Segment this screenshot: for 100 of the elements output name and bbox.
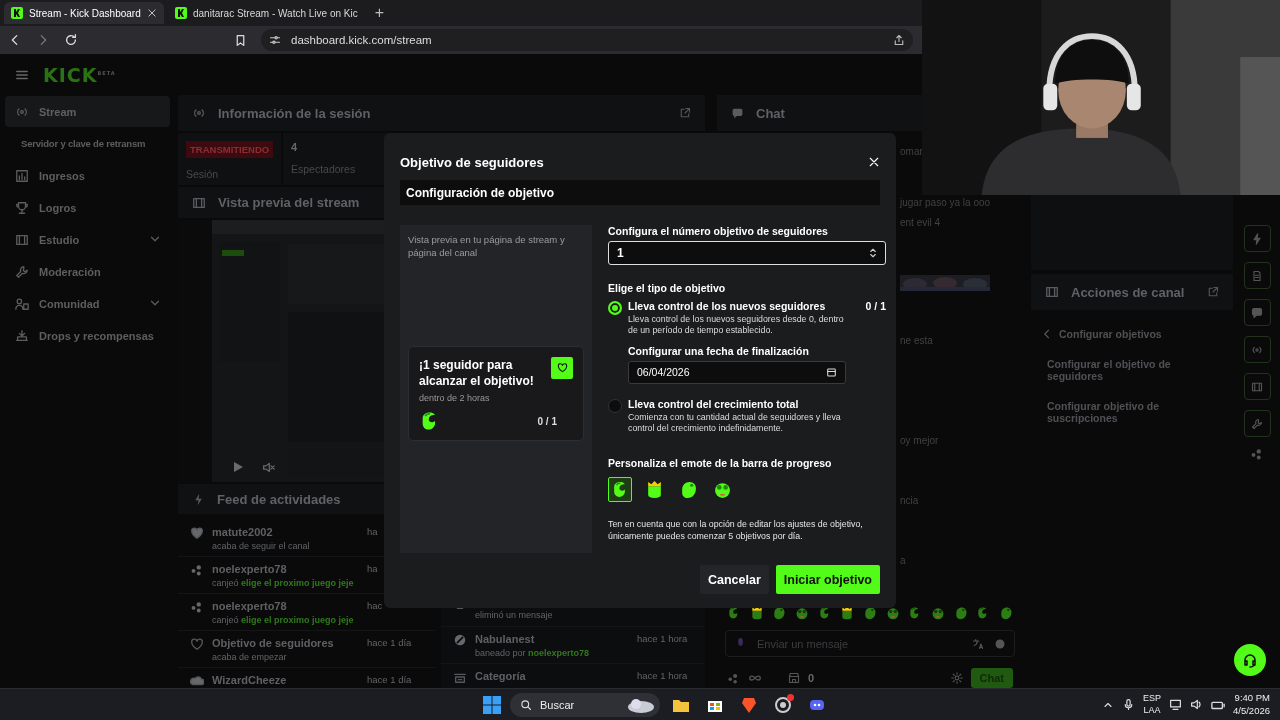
reload-icon[interactable] xyxy=(64,33,78,47)
kick-logo: KICK$^{BETA}$ xyxy=(43,64,116,86)
translate-icon[interactable] xyxy=(972,637,984,650)
panel-title: Feed de actividades xyxy=(217,491,342,507)
action-link[interactable]: Configurar el objetivo de seguidores xyxy=(1047,358,1217,382)
follow-button[interactable] xyxy=(551,356,573,379)
feed-time: hace 1 hora xyxy=(637,633,689,644)
sidebar-item[interactable]: Drops y recompensas xyxy=(5,320,170,351)
clock[interactable]: 9:40 PM 4/5/2026 xyxy=(1233,692,1270,717)
search-icon xyxy=(520,698,532,711)
feed-time: ha xyxy=(367,563,379,574)
feed-time: ha xyxy=(367,526,379,537)
back-link[interactable]: Configurar objetivos xyxy=(1041,328,1217,340)
bookmark-icon[interactable] xyxy=(234,33,247,47)
muted-icon[interactable] xyxy=(262,461,275,474)
goal-card-subtitle: dentro de 2 horas xyxy=(419,393,491,403)
panel-title: Chat xyxy=(756,105,786,121)
share-icon[interactable] xyxy=(893,34,905,46)
follower-target-field[interactable]: 1 xyxy=(608,241,886,265)
play-icon[interactable] xyxy=(232,461,244,473)
ban-icon xyxy=(453,633,467,647)
sidebar-item[interactable]: Logros xyxy=(5,192,170,223)
sidebar-item[interactable]: Moderación xyxy=(5,256,170,287)
emote-icon xyxy=(840,606,855,620)
address-bar[interactable]: dashboard.kick.com/stream xyxy=(261,29,913,51)
site-settings-icon[interactable] xyxy=(269,34,281,46)
spinner-icon[interactable] xyxy=(867,247,879,259)
studio-icon xyxy=(192,195,206,210)
points-count: 0 xyxy=(808,672,815,684)
start-goal-button[interactable]: Iniciar objetivo xyxy=(775,565,880,594)
dots-icon xyxy=(727,671,740,685)
calendar-icon[interactable] xyxy=(826,366,837,378)
feed-user-name: Objetivo de seguidores xyxy=(212,637,335,649)
emote-icon xyxy=(794,606,809,620)
cancel-button[interactable]: Cancelar xyxy=(699,565,769,594)
browser-tab[interactable]: Stream - Kick Dashboard xyxy=(4,2,164,24)
sidebar-item[interactable]: Estudio xyxy=(5,224,170,255)
end-date-field[interactable]: 06/04/2026 xyxy=(628,360,846,384)
feed-action-text: canjeó elige el proximo juego jeje xyxy=(212,578,355,588)
chat-icon xyxy=(731,106,744,120)
feed-user-name: noelexperto78 xyxy=(212,563,288,575)
sidebar-icon xyxy=(15,200,29,215)
kick-logo-icon xyxy=(175,7,187,19)
rail-button[interactable] xyxy=(1243,299,1271,326)
emote-option[interactable] xyxy=(608,476,632,502)
emote-icon xyxy=(862,606,877,620)
emote-icon xyxy=(885,606,900,620)
preview-caption: Vista previa en tu página de stream y página del canal xyxy=(408,233,566,260)
start-icon[interactable] xyxy=(482,694,502,715)
option-description: Lleva control de los nuevos seguidores desde 0, dentro de un período de tiempo establecido. xyxy=(628,314,845,337)
action-link[interactable]: Configurar objetivo de suscripciones xyxy=(1047,400,1217,424)
feed-action-text: eliminó un mensaje xyxy=(475,610,554,620)
dialog-title: Objetivo de seguidores xyxy=(400,154,544,170)
cloud-icon xyxy=(190,674,204,688)
microphone-icon[interactable] xyxy=(1122,698,1135,711)
emote-icon xyxy=(772,606,787,620)
sidebar-icon xyxy=(15,328,29,343)
feed-time: hac xyxy=(367,600,384,611)
close-icon[interactable] xyxy=(147,8,157,18)
sidebar-item[interactable]: Servidor y clave de retransm xyxy=(5,128,170,159)
keyboard-language[interactable]: ESP LAA xyxy=(1143,693,1161,716)
rail-button[interactable] xyxy=(1243,225,1271,252)
settings-icon[interactable] xyxy=(950,672,963,684)
goal-count: 0 / 1 xyxy=(537,415,557,427)
new-tab-button[interactable]: + xyxy=(368,4,391,22)
popout-icon[interactable] xyxy=(679,107,691,119)
feed-user-name: WizardCheeze xyxy=(212,674,288,686)
speaker-icon[interactable] xyxy=(1190,698,1203,711)
bolt-icon xyxy=(1251,232,1263,245)
heart-icon xyxy=(556,362,568,374)
menu-icon[interactable] xyxy=(15,68,29,82)
sidebar-icon xyxy=(15,168,29,183)
feed-action-text: acaba de empezar xyxy=(212,652,288,662)
help-button[interactable] xyxy=(1234,644,1266,676)
rail-button[interactable] xyxy=(1243,373,1271,400)
feed-time: hace 1 hora xyxy=(637,670,689,681)
radio-button[interactable] xyxy=(608,398,622,413)
section-title: Configuración de objetivo xyxy=(406,185,554,200)
emoji-icon[interactable] xyxy=(994,637,1006,650)
sidebar-item[interactable]: Comunidad xyxy=(5,288,170,319)
popout-icon[interactable] xyxy=(1207,286,1219,298)
emote-icon xyxy=(749,606,764,620)
sidebar-item[interactable]: Stream xyxy=(5,96,170,127)
feed-time: hace 1 día xyxy=(367,674,413,685)
dots-icon[interactable] xyxy=(1250,447,1264,461)
live-status-badge: TRANSMITIENDO xyxy=(186,141,274,158)
browser-tab[interactable]: danitarac Stream - Watch Live on Kic xyxy=(168,2,365,24)
feed-user-name: Nabulanest xyxy=(475,633,536,645)
feed-action-text: baneado por noelexperto78 xyxy=(475,648,591,658)
sidebar-icon xyxy=(15,264,29,279)
kick-logo-icon xyxy=(11,7,23,19)
taskbar-search[interactable]: Buscar xyxy=(510,692,660,717)
feed-time: hace 1 día xyxy=(367,637,413,648)
stat-value: 4 xyxy=(291,141,299,153)
sidebar-icon xyxy=(15,232,29,247)
heart-icon xyxy=(190,526,204,540)
url-text: dashboard.kick.com/stream xyxy=(291,34,433,46)
option-title: Lleva control del crecimiento total xyxy=(628,397,800,410)
sidebar-item[interactable]: Ingresos xyxy=(5,160,170,191)
studio-icon xyxy=(1045,285,1059,299)
